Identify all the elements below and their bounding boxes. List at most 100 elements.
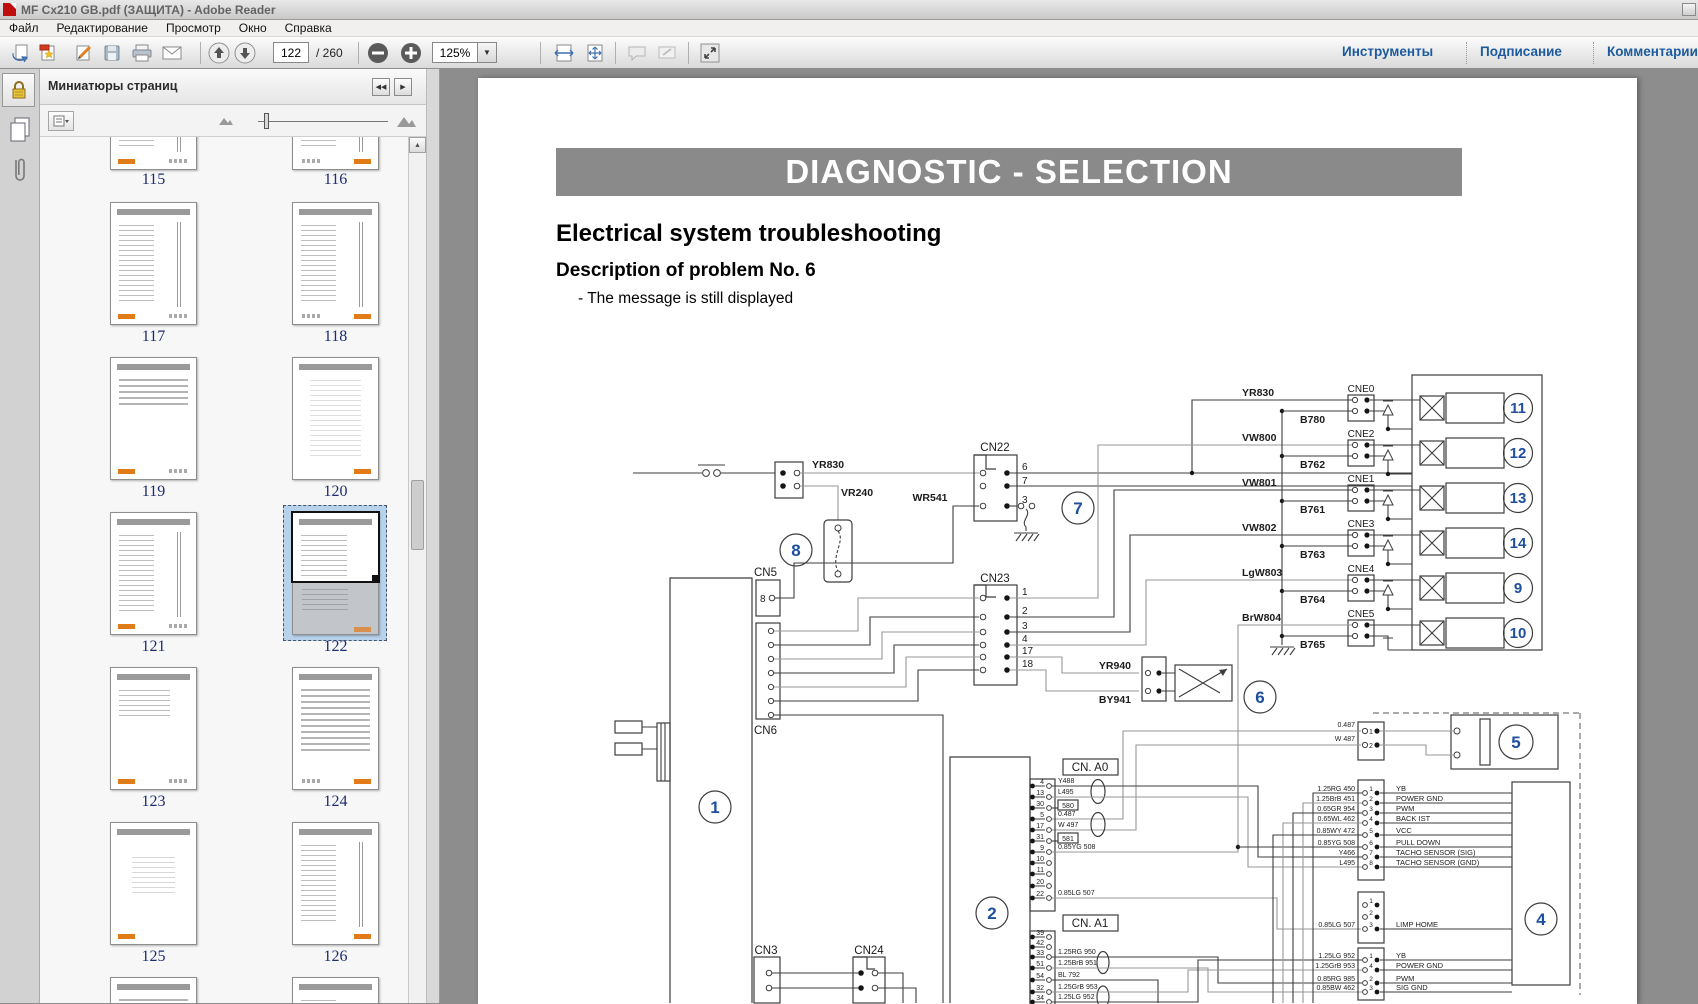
cne-row-4: LgW803 CNE4 B764 9 <box>1242 564 1533 611</box>
menu-edit[interactable]: Редактирование <box>48 21 157 35</box>
svg-text:B765: B765 <box>1300 639 1325 651</box>
svg-text:6: 6 <box>1255 688 1264 707</box>
panel-splitter[interactable] <box>426 69 440 1003</box>
callout-2: 2 <box>976 897 1008 929</box>
cna1-pin: 42 <box>1036 940 1044 947</box>
menu-window[interactable]: Окно <box>230 21 276 35</box>
fan-wire: 0.85BW 462 <box>1316 985 1355 992</box>
sign-link[interactable]: Подписание <box>1480 44 1562 59</box>
cna1-label: CN. A1 <box>1063 915 1118 931</box>
svg-text:B764: B764 <box>1300 594 1325 606</box>
cn23-pin: 2 <box>1022 606 1028 617</box>
page-total: / 260 <box>316 46 343 60</box>
tacho-wire: 0.85WY 472 <box>1317 828 1356 835</box>
connector-cn22 <box>974 455 1017 521</box>
thumbnail-number: 126 <box>291 948 380 970</box>
svg-text:2: 2 <box>1369 743 1373 750</box>
thumbnail-page-119[interactable] <box>110 357 197 480</box>
label-cn24: CN24 <box>854 945 884 957</box>
paperclip-icon <box>10 155 30 185</box>
fan-wire: 1.25LG 952 <box>1318 953 1355 960</box>
minimize-button[interactable] <box>1682 3 1696 16</box>
svg-text:LgW803: LgW803 <box>1242 567 1282 579</box>
security-lock-button[interactable] <box>2 73 35 107</box>
svg-text:8: 8 <box>760 594 766 605</box>
thumbnail-page-124[interactable] <box>292 667 379 790</box>
print-button[interactable] <box>130 42 154 64</box>
panel-toolbar <box>40 105 426 137</box>
tacho-pin: 6 <box>1369 840 1373 847</box>
fit-page-button[interactable] <box>583 42 607 64</box>
navigation-rail <box>0 69 40 1003</box>
zoom-out-button[interactable] <box>366 42 390 64</box>
thumbnail-page-120[interactable] <box>292 357 379 480</box>
zoom-in-button[interactable] <box>399 42 423 64</box>
attachments-tab[interactable] <box>7 155 33 185</box>
zoom-dropdown-arrow[interactable]: ▼ <box>477 42 497 63</box>
zoom-in-thumbnails-icon[interactable] <box>396 113 416 129</box>
email-button[interactable] <box>160 42 184 64</box>
menu-view[interactable]: Просмотр <box>157 21 230 35</box>
thumbnail-page-115[interactable] <box>110 137 197 170</box>
twisted-pair-symbol <box>1097 986 1109 1004</box>
shield-label-581: 581 <box>1058 833 1078 843</box>
svg-text:1: 1 <box>710 798 719 817</box>
scrollbar-thumb[interactable] <box>411 480 424 550</box>
fit-width-button[interactable] <box>552 42 576 64</box>
thumbnail-page-116[interactable] <box>292 137 379 170</box>
scrollbar-up-arrow[interactable]: ▲ <box>409 137 426 153</box>
comment-button[interactable] <box>625 42 649 64</box>
cna0-wire: 0.487 <box>1058 811 1076 818</box>
thumbnail-number: 117 <box>109 328 198 350</box>
svg-text:B762: B762 <box>1300 459 1325 471</box>
previous-page-button[interactable] <box>207 42 231 64</box>
cna1-pin: 39 <box>1036 930 1044 937</box>
sign-button[interactable] <box>72 42 96 64</box>
zoom-level[interactable]: 125% <box>432 42 478 63</box>
thumbnail-page-123[interactable] <box>110 667 197 790</box>
thumbnail-size-slider-thumb[interactable] <box>264 113 269 129</box>
page-view-navigator-box[interactable] <box>291 511 380 583</box>
thumbnail-page-118[interactable] <box>292 202 379 325</box>
thumbnail-size-slider[interactable] <box>258 121 388 122</box>
tacho-signal: VCC <box>1396 826 1412 835</box>
comment-link[interactable]: Комментарии <box>1607 44 1698 59</box>
next-page-button[interactable] <box>233 42 257 64</box>
tacho-signal: POWER GND <box>1396 794 1444 803</box>
panel-scrollbar[interactable]: ▲ <box>408 137 426 1003</box>
cna1-pin: 32 <box>1036 985 1044 992</box>
tacho-signal: BACK IST <box>1396 814 1431 823</box>
menu-help[interactable]: Справка <box>276 21 341 35</box>
open-button[interactable] <box>8 42 32 64</box>
menu-bar: Файл Редактирование Просмотр Окно Справк… <box>0 20 1698 37</box>
panel-menu-button[interactable]: ▶ <box>394 78 412 96</box>
label-by941: BY941 <box>1099 694 1131 706</box>
cna1-wire: 1.25RG 950 <box>1058 949 1096 956</box>
page-thumbnails-tab[interactable] <box>7 115 33 145</box>
document-area[interactable]: DIAGNOSTIC - SELECTION Electrical system… <box>440 69 1698 1003</box>
cna1-wire: BL 792 <box>1058 972 1080 979</box>
thumbnail-page-125[interactable] <box>110 822 197 945</box>
cna1-pin: 54 <box>1036 973 1044 980</box>
twisted-pair-symbol <box>1091 813 1105 837</box>
save-button[interactable] <box>100 42 124 64</box>
thumbnail-page-126[interactable] <box>292 822 379 945</box>
controller-block-b <box>950 757 1030 1003</box>
thumbnail-page-121[interactable] <box>110 512 197 635</box>
tacho-signal: TACHO SENSOR (GND) <box>1396 858 1480 867</box>
menu-file[interactable]: Файл <box>0 21 48 35</box>
svg-text:13: 13 <box>1510 490 1527 507</box>
text-markup-button[interactable] <box>655 42 679 64</box>
thumbnail-page-128[interactable] <box>292 977 379 1003</box>
fullscreen-button[interactable] <box>698 42 722 64</box>
thumbnail-page-117[interactable] <box>110 202 197 325</box>
navigator-resize-handle[interactable] <box>372 575 380 583</box>
page-number-input[interactable] <box>273 42 309 63</box>
create-pdf-button[interactable] <box>36 42 60 64</box>
zoom-out-thumbnails-icon[interactable] <box>218 113 234 127</box>
tacho-signal: TACHO SENSOR (SIG) <box>1396 848 1476 857</box>
thumbnail-page-127[interactable] <box>110 977 197 1003</box>
thumbnail-options-button[interactable] <box>48 111 74 131</box>
collapse-panel-button[interactable]: ◀◀ <box>372 78 390 96</box>
tools-link[interactable]: Инструменты <box>1342 44 1433 59</box>
